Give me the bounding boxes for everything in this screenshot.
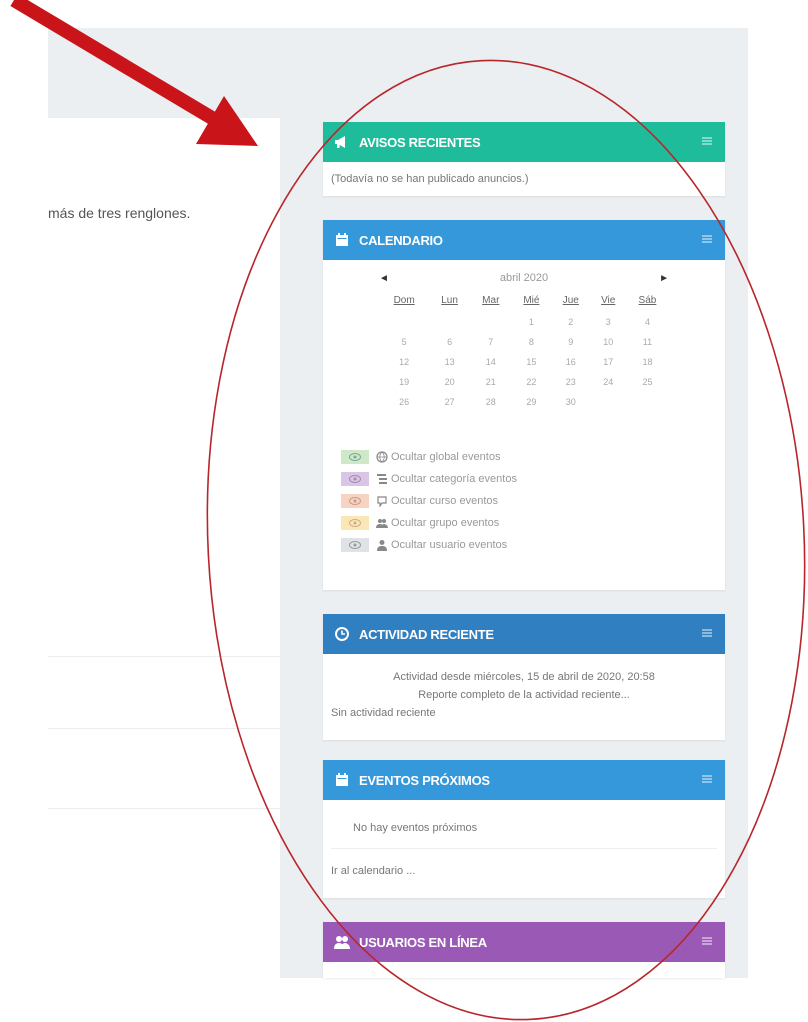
- annotation-arrow-icon: [10, 0, 258, 146]
